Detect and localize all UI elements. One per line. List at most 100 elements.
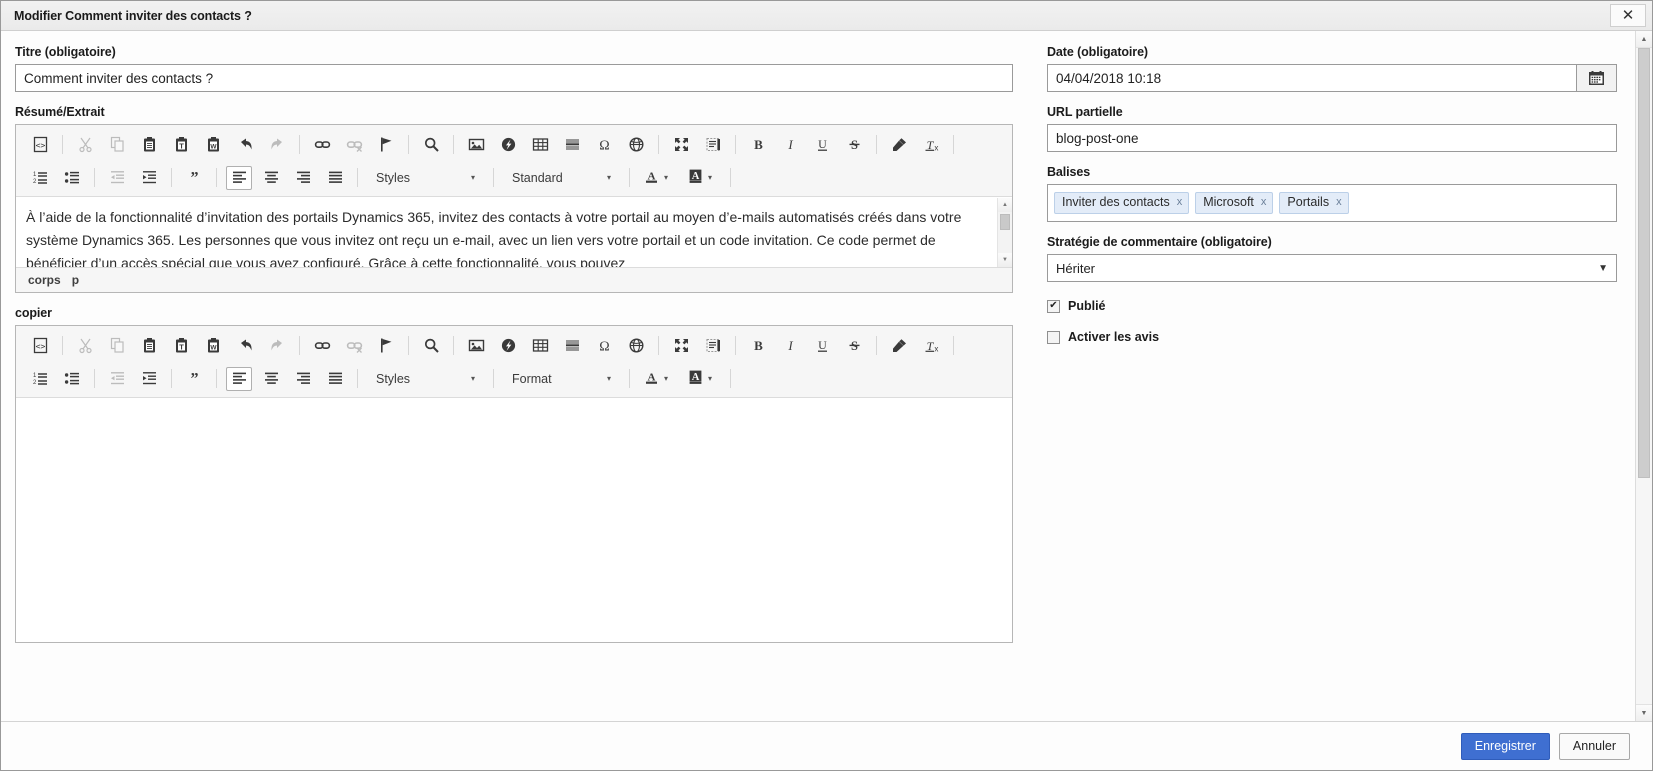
- iframe-icon[interactable]: [623, 333, 649, 357]
- bulleted-list-icon[interactable]: [59, 166, 85, 190]
- path-item-p[interactable]: p: [72, 273, 79, 287]
- show-blocks-icon[interactable]: [700, 333, 726, 357]
- blockquote-icon[interactable]: ”: [181, 166, 207, 190]
- indent-icon[interactable]: [136, 166, 162, 190]
- special-char-icon[interactable]: Ω: [591, 333, 617, 357]
- path-item-body[interactable]: corps: [28, 273, 61, 287]
- scroll-down-icon[interactable]: ▼: [998, 253, 1012, 267]
- remove-format-icon[interactable]: Tx: [918, 132, 944, 156]
- format-combo[interactable]: Standard ▾: [504, 166, 619, 190]
- align-center-icon[interactable]: [258, 367, 284, 391]
- show-blocks-icon[interactable]: [700, 132, 726, 156]
- comment-policy-select[interactable]: HériterOuvrirModéréFerméAucun: [1047, 254, 1617, 282]
- tag-chip[interactable]: Portails x: [1279, 192, 1349, 214]
- special-char-icon[interactable]: Ω: [591, 132, 617, 156]
- anchor-icon[interactable]: [373, 132, 399, 156]
- align-center-icon[interactable]: [258, 166, 284, 190]
- link-icon[interactable]: [309, 132, 335, 156]
- undo-icon[interactable]: [232, 132, 258, 156]
- underline-icon[interactable]: U: [809, 333, 835, 357]
- align-right-icon[interactable]: [290, 166, 316, 190]
- paste-icon[interactable]: [136, 333, 162, 357]
- cancel-button[interactable]: Annuler: [1558, 732, 1630, 760]
- remove-format-icon[interactable]: Tx: [918, 333, 944, 357]
- table-icon[interactable]: [527, 333, 553, 357]
- calendar-icon[interactable]: [1576, 64, 1617, 92]
- scrollbar-track[interactable]: [1636, 48, 1652, 704]
- bold-icon[interactable]: B: [745, 333, 771, 357]
- bulleted-list-icon[interactable]: [59, 367, 85, 391]
- summary-editor-scrollbar[interactable]: ▲ ▼: [997, 198, 1012, 267]
- italic-icon[interactable]: I: [777, 333, 803, 357]
- paste-word-icon[interactable]: W: [200, 132, 226, 156]
- search-icon[interactable]: [418, 333, 444, 357]
- summary-editor-area[interactable]: À l’aide de la fonctionnalité d’invitati…: [16, 197, 1012, 267]
- dialog-scrollbar[interactable]: ▲ ▼: [1635, 31, 1652, 721]
- close-icon[interactable]: ✕: [1610, 4, 1646, 27]
- image-icon[interactable]: [463, 333, 489, 357]
- styles-combo[interactable]: Styles ▾: [368, 166, 483, 190]
- background-color-icon[interactable]: A ▾: [684, 367, 720, 391]
- scrollbar-thumb[interactable]: [1638, 48, 1650, 478]
- maximize-icon[interactable]: [668, 333, 694, 357]
- scroll-thumb[interactable]: [1000, 214, 1010, 230]
- iframe-icon[interactable]: [623, 132, 649, 156]
- background-color-icon[interactable]: A ▾: [684, 166, 720, 190]
- anchor-icon[interactable]: [373, 333, 399, 357]
- remove-tag-icon[interactable]: x: [1177, 195, 1183, 210]
- blockquote-icon[interactable]: ”: [181, 367, 207, 391]
- horizontal-rule-icon[interactable]: [559, 333, 585, 357]
- ratings-row[interactable]: Activer les avis: [1047, 330, 1617, 344]
- undo-icon[interactable]: [232, 333, 258, 357]
- bold-icon[interactable]: B: [745, 132, 771, 156]
- horizontal-rule-icon[interactable]: [559, 132, 585, 156]
- underline-icon[interactable]: U: [809, 132, 835, 156]
- remove-tag-icon[interactable]: x: [1336, 195, 1342, 210]
- indent-icon[interactable]: [136, 367, 162, 391]
- table-icon[interactable]: [527, 132, 553, 156]
- align-justify-icon[interactable]: [322, 367, 348, 391]
- copy-format-icon[interactable]: [886, 333, 912, 357]
- styles-combo[interactable]: Styles ▾: [368, 367, 483, 391]
- paste-text-icon[interactable]: T: [168, 333, 194, 357]
- numbered-list-icon[interactable]: 12: [27, 166, 53, 190]
- align-left-icon[interactable]: [226, 366, 252, 391]
- italic-icon[interactable]: I: [777, 132, 803, 156]
- ratings-checkbox[interactable]: [1047, 330, 1060, 344]
- scroll-up-icon[interactable]: ▲: [998, 198, 1012, 212]
- title-input[interactable]: [15, 64, 1013, 92]
- align-right-icon[interactable]: [290, 367, 316, 391]
- image-icon[interactable]: [463, 132, 489, 156]
- paste-word-icon[interactable]: W: [200, 333, 226, 357]
- paste-text-icon[interactable]: T: [168, 132, 194, 156]
- published-checkbox[interactable]: ✔: [1047, 299, 1060, 313]
- flash-icon[interactable]: [495, 132, 521, 156]
- tag-chip[interactable]: Inviter des contacts x: [1054, 192, 1190, 214]
- save-button[interactable]: Enregistrer: [1460, 732, 1550, 760]
- remove-tag-icon[interactable]: x: [1261, 195, 1267, 210]
- copy-format-icon[interactable]: [886, 132, 912, 156]
- link-icon[interactable]: [309, 333, 335, 357]
- tags-input[interactable]: Inviter des contacts x Microsoft x Portails x: [1047, 184, 1617, 222]
- copy-editor-area[interactable]: [16, 398, 1012, 642]
- published-row[interactable]: ✔ Publié: [1047, 299, 1617, 313]
- date-input[interactable]: [1047, 64, 1577, 92]
- paste-icon[interactable]: [136, 132, 162, 156]
- tag-chip[interactable]: Microsoft x: [1195, 192, 1274, 214]
- text-color-icon[interactable]: A ▾: [640, 367, 676, 391]
- align-left-icon[interactable]: [226, 165, 252, 190]
- scroll-up-icon[interactable]: ▲: [1636, 31, 1652, 48]
- text-color-icon[interactable]: A ▾: [640, 166, 676, 190]
- align-justify-icon[interactable]: [322, 166, 348, 190]
- source-icon[interactable]: <>: [27, 333, 53, 357]
- source-icon[interactable]: <>: [27, 132, 53, 156]
- format-combo[interactable]: Format ▾: [504, 367, 619, 391]
- strike-icon[interactable]: S: [841, 132, 867, 156]
- partial-url-input[interactable]: [1047, 124, 1617, 152]
- flash-icon[interactable]: [495, 333, 521, 357]
- search-icon[interactable]: [418, 132, 444, 156]
- scroll-down-icon[interactable]: ▼: [1636, 704, 1652, 721]
- strike-icon[interactable]: S: [841, 333, 867, 357]
- maximize-icon[interactable]: [668, 132, 694, 156]
- numbered-list-icon[interactable]: 12: [27, 367, 53, 391]
